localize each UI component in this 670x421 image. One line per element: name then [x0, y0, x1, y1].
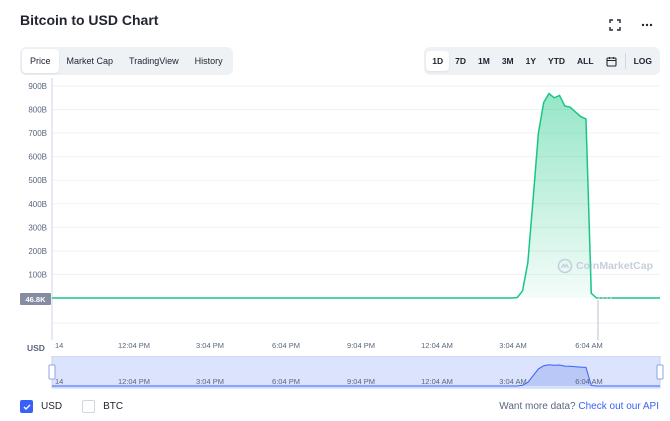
tab-history[interactable]: History — [187, 49, 231, 73]
expand-icon[interactable] — [606, 16, 624, 34]
navigator-handle-right[interactable] — [656, 364, 664, 380]
range-navigator[interactable]: 14 12:04 PM 3:04 PM 6:04 PM 9:04 PM 12:04 AM 3… — [0, 356, 670, 390]
x-tick-label: 14 — [55, 341, 63, 348]
log-scale-toggle[interactable]: LOG — [628, 51, 658, 71]
range-3m[interactable]: 3M — [496, 51, 520, 71]
tab-price[interactable]: Price — [22, 49, 59, 73]
legend-usd[interactable]: USD — [20, 400, 62, 413]
usd-checkbox[interactable] — [20, 400, 33, 413]
y-tick-label: 900B — [28, 82, 47, 91]
x-tick-label: 6:04 AM — [575, 341, 603, 348]
range-1y[interactable]: 1Y — [520, 51, 542, 71]
y-tick-label: 600B — [28, 153, 47, 162]
navigator-tick-label: 6:04 AM — [575, 377, 603, 386]
y-tick-label: 300B — [28, 223, 47, 232]
range-all[interactable]: ALL — [571, 51, 600, 71]
chart-title: Bitcoin to USD Chart — [20, 12, 159, 28]
time-range-selector: 1D 7D 1M 3M 1Y YTD ALL LOG — [424, 47, 660, 75]
x-tick-label: 12:04 PM — [118, 341, 150, 348]
range-ytd[interactable]: YTD — [542, 51, 571, 71]
navigator-tick-label: 9:04 PM — [347, 377, 375, 386]
api-promo: Want more data? Check out our API — [499, 401, 659, 412]
y-tick-label: 800B — [28, 106, 47, 115]
navigator-tick-label: 12:04 AM — [421, 377, 453, 386]
more-dots-icon[interactable] — [638, 16, 656, 34]
x-tick-label: 12:04 AM — [421, 341, 453, 348]
y-tick-label: 200B — [28, 247, 47, 256]
y-tick-label: 100B — [28, 270, 47, 279]
coinmarketcap-logo-icon — [557, 258, 573, 274]
chart-legend: USD BTC — [20, 400, 123, 413]
navigator-tick-label: 12:04 PM — [118, 377, 150, 386]
x-tick-label: 6:04 PM — [272, 341, 300, 348]
watermark-text: CoinMarketCap — [576, 260, 654, 272]
range-7d[interactable]: 7D — [449, 51, 472, 71]
range-1m[interactable]: 1M — [472, 51, 496, 71]
checkmark-icon — [23, 404, 30, 410]
x-tick-label: 9:04 PM — [347, 341, 375, 348]
price-chart[interactable]: 100B 200B 300B 400B 500B 600B 700B 800B 900B 14 12… — [0, 78, 670, 348]
y-tick-label: 500B — [28, 176, 47, 185]
api-link[interactable]: Check out our API — [578, 401, 659, 412]
y-tick-label: 400B — [28, 200, 47, 209]
tab-market-cap[interactable]: Market Cap — [59, 49, 122, 73]
range-1d[interactable]: 1D — [426, 51, 450, 71]
current-price-tag: 46.8K — [20, 293, 51, 305]
api-promo-text: Want more data? — [499, 401, 576, 412]
y-tick-label: 700B — [28, 129, 47, 138]
navigator-tick-label: 6:04 PM — [272, 377, 300, 386]
x-tick-label: 3:04 AM — [499, 341, 527, 348]
legend-usd-label: USD — [41, 401, 63, 412]
x-tick-label: 3:04 PM — [196, 341, 224, 348]
legend-btc[interactable]: BTC — [82, 400, 123, 413]
legend-btc-label: BTC — [103, 401, 124, 412]
btc-checkbox[interactable] — [82, 400, 96, 413]
navigator-tick-label: 3:04 AM — [499, 377, 527, 386]
header-actions — [606, 16, 656, 34]
tab-tradingview[interactable]: TradingView — [121, 49, 187, 73]
navigator-tick-label: 3:04 PM — [196, 377, 224, 386]
range-divider — [624, 53, 626, 69]
calendar-icon[interactable] — [600, 51, 623, 71]
chart-type-tabs: Price Market Cap TradingView History — [20, 47, 233, 75]
watermark: CoinMarketCap — [557, 258, 653, 274]
currency-axis-label: USD — [27, 343, 45, 353]
navigator-tick-label: 14 — [55, 377, 63, 386]
